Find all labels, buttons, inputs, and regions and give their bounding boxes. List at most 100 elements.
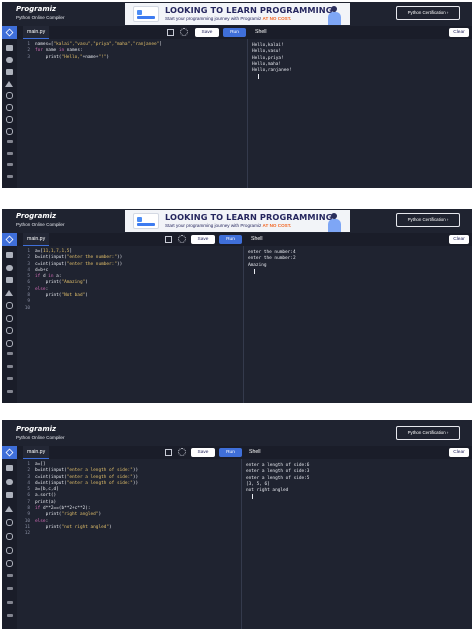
c-icon[interactable] bbox=[6, 104, 13, 112]
ad-banner[interactable]: LOOKING TO LEARN PROGRAMMING? Start your… bbox=[125, 3, 350, 25]
javascript-icon[interactable] bbox=[7, 573, 13, 577]
shell-output[interactable]: enter the number:4 enter the number:2 Amaz… bbox=[244, 246, 472, 403]
compiler-home-icon[interactable] bbox=[2, 233, 17, 246]
fullscreen-icon[interactable] bbox=[165, 236, 172, 243]
shell-output[interactable]: enter a length of side:6 enter a length o… bbox=[242, 459, 472, 629]
file-tab-main-py[interactable]: main.py bbox=[23, 26, 50, 39]
java-icon[interactable] bbox=[6, 519, 13, 527]
python-icon[interactable] bbox=[6, 252, 13, 258]
fullscreen-icon[interactable] bbox=[167, 29, 174, 36]
code-lines[interactable]: 1 a=[] 2 b=int(input("enter a length of sid… bbox=[20, 462, 138, 538]
code-text: c=int(input("enter a length of side:")) bbox=[35, 474, 139, 480]
code-line[interactable]: 10 bbox=[20, 306, 122, 312]
r-icon[interactable] bbox=[6, 264, 13, 271]
csharp-icon[interactable] bbox=[6, 560, 13, 568]
output-line: enter a length of side:3 bbox=[246, 469, 310, 475]
ad-tagline-text: Start your programming journey with Prog… bbox=[165, 223, 263, 228]
save-button[interactable]: Save bbox=[195, 28, 219, 37]
cpp-icon[interactable] bbox=[6, 327, 13, 334]
python-icon[interactable] bbox=[6, 45, 13, 51]
sql-icon[interactable] bbox=[6, 277, 13, 283]
ad-tagline-text: Start your programming journey with Prog… bbox=[165, 16, 263, 21]
code-editor[interactable]: 1 a=[11,1,7,1,5] 2 b=int(input("enter the n… bbox=[17, 246, 243, 403]
php-icon[interactable] bbox=[7, 163, 13, 167]
code-text: for name in names: bbox=[35, 48, 83, 54]
javascript-icon[interactable] bbox=[7, 352, 13, 355]
code-text: a=[11,1,7,1,5] bbox=[35, 249, 73, 254]
sql-icon[interactable] bbox=[6, 492, 13, 499]
code-lines[interactable]: 1 names=["kalai","vasu","priya","maha","r… bbox=[20, 42, 162, 61]
ad-thumbnail-icon bbox=[133, 213, 159, 229]
run-button[interactable]: Run bbox=[223, 28, 246, 37]
compiler-home-icon[interactable] bbox=[2, 26, 17, 39]
ad-person-illustration-icon bbox=[324, 212, 344, 232]
brand[interactable]: Programiz Python Online Compiler bbox=[16, 425, 65, 441]
html-icon[interactable] bbox=[5, 80, 13, 87]
java-icon[interactable] bbox=[6, 92, 13, 100]
shell-cursor bbox=[252, 74, 292, 82]
brand[interactable]: Programiz Python Online Compiler bbox=[16, 212, 65, 228]
fullscreen-icon[interactable] bbox=[165, 449, 172, 456]
file-tab-main-py[interactable]: main.py bbox=[23, 446, 50, 459]
save-button[interactable]: Save bbox=[191, 235, 215, 244]
save-button[interactable]: Save bbox=[191, 448, 215, 457]
run-button[interactable]: Run bbox=[219, 448, 242, 457]
clear-button[interactable]: Clear bbox=[449, 235, 469, 244]
certification-button[interactable]: Python Certification › bbox=[396, 426, 460, 440]
csharp-icon[interactable] bbox=[6, 127, 13, 135]
code-text: print("not right angled") bbox=[35, 524, 112, 530]
theme-toggle-icon[interactable] bbox=[180, 28, 188, 36]
output-lines: enter a length of side:6 enter a length o… bbox=[246, 463, 309, 503]
cpp-icon[interactable] bbox=[6, 116, 13, 123]
theme-toggle-icon[interactable] bbox=[178, 235, 186, 243]
shell-output[interactable]: Hello,kalai! Hello,vasu! Hello,priya! Hello… bbox=[248, 39, 472, 188]
swift-icon[interactable] bbox=[7, 389, 13, 393]
clear-button[interactable]: Clear bbox=[449, 448, 469, 457]
compiler-home-icon[interactable] bbox=[2, 446, 17, 459]
theme-toggle-icon[interactable] bbox=[178, 448, 186, 456]
sql-icon[interactable] bbox=[6, 68, 13, 75]
r-icon[interactable] bbox=[6, 56, 13, 63]
code-text: print("Hello,"+name+"!") bbox=[35, 54, 110, 60]
php-icon[interactable] bbox=[7, 377, 13, 380]
c-icon[interactable] bbox=[6, 314, 13, 322]
php-icon[interactable] bbox=[7, 600, 13, 604]
go-icon[interactable] bbox=[7, 151, 13, 155]
code-text: print("right angled") bbox=[35, 512, 102, 518]
code-line[interactable]: 12 bbox=[20, 531, 138, 537]
clear-button[interactable]: Clear bbox=[449, 28, 469, 37]
ad-tagline: Start your programming journey with Prog… bbox=[165, 223, 291, 228]
certification-button[interactable]: Python Certification › bbox=[396, 213, 460, 227]
file-tab-main-py[interactable]: main.py bbox=[23, 233, 50, 246]
compiler-panel-1: Programiz Python Online Compiler LOOKING… bbox=[2, 2, 472, 188]
html-icon[interactable] bbox=[5, 505, 13, 512]
ad-title: LOOKING TO LEARN PROGRAMMING? bbox=[165, 212, 338, 222]
brand[interactable]: Programiz Python Online Compiler bbox=[16, 5, 65, 21]
javascript-icon[interactable] bbox=[7, 139, 13, 143]
run-button[interactable]: Run bbox=[219, 235, 242, 244]
cpp-icon[interactable] bbox=[6, 546, 13, 554]
go-icon[interactable] bbox=[7, 587, 13, 591]
programiz-logo: Programiz bbox=[16, 425, 57, 433]
editor-toolbar: main.py Save Run Shell Clear bbox=[17, 233, 472, 246]
certification-button[interactable]: Python Certification › bbox=[396, 6, 460, 20]
html-icon[interactable] bbox=[5, 289, 13, 296]
swift-icon[interactable] bbox=[7, 614, 13, 618]
java-icon[interactable] bbox=[6, 302, 13, 309]
compiler-subtitle: Python Online Compiler bbox=[16, 15, 65, 20]
c-icon[interactable] bbox=[6, 532, 13, 540]
code-editor[interactable]: 1 a=[] 2 b=int(input("enter a length of sid… bbox=[17, 459, 241, 629]
code-editor[interactable]: 1 names=["kalai","vasu","priya","maha","r… bbox=[17, 39, 247, 188]
compiler-panel-3: Programiz Python Online Compiler Python … bbox=[2, 420, 472, 629]
code-line[interactable]: 3 print("Hello,"+name+"!") bbox=[20, 55, 162, 61]
csharp-icon[interactable] bbox=[6, 339, 13, 347]
python-icon[interactable] bbox=[6, 465, 13, 471]
ad-banner[interactable]: LOOKING TO LEARN PROGRAMMING? Start your… bbox=[125, 210, 350, 232]
code-text: print("Amazing") bbox=[35, 280, 88, 286]
r-icon[interactable] bbox=[6, 478, 13, 485]
go-icon[interactable] bbox=[7, 364, 13, 368]
code-lines[interactable]: 1 a=[11,1,7,1,5] 2 b=int(input("enter the n… bbox=[20, 249, 123, 312]
code-text: else: bbox=[35, 518, 49, 524]
swift-icon[interactable] bbox=[7, 175, 13, 179]
language-sidebar bbox=[2, 26, 17, 188]
